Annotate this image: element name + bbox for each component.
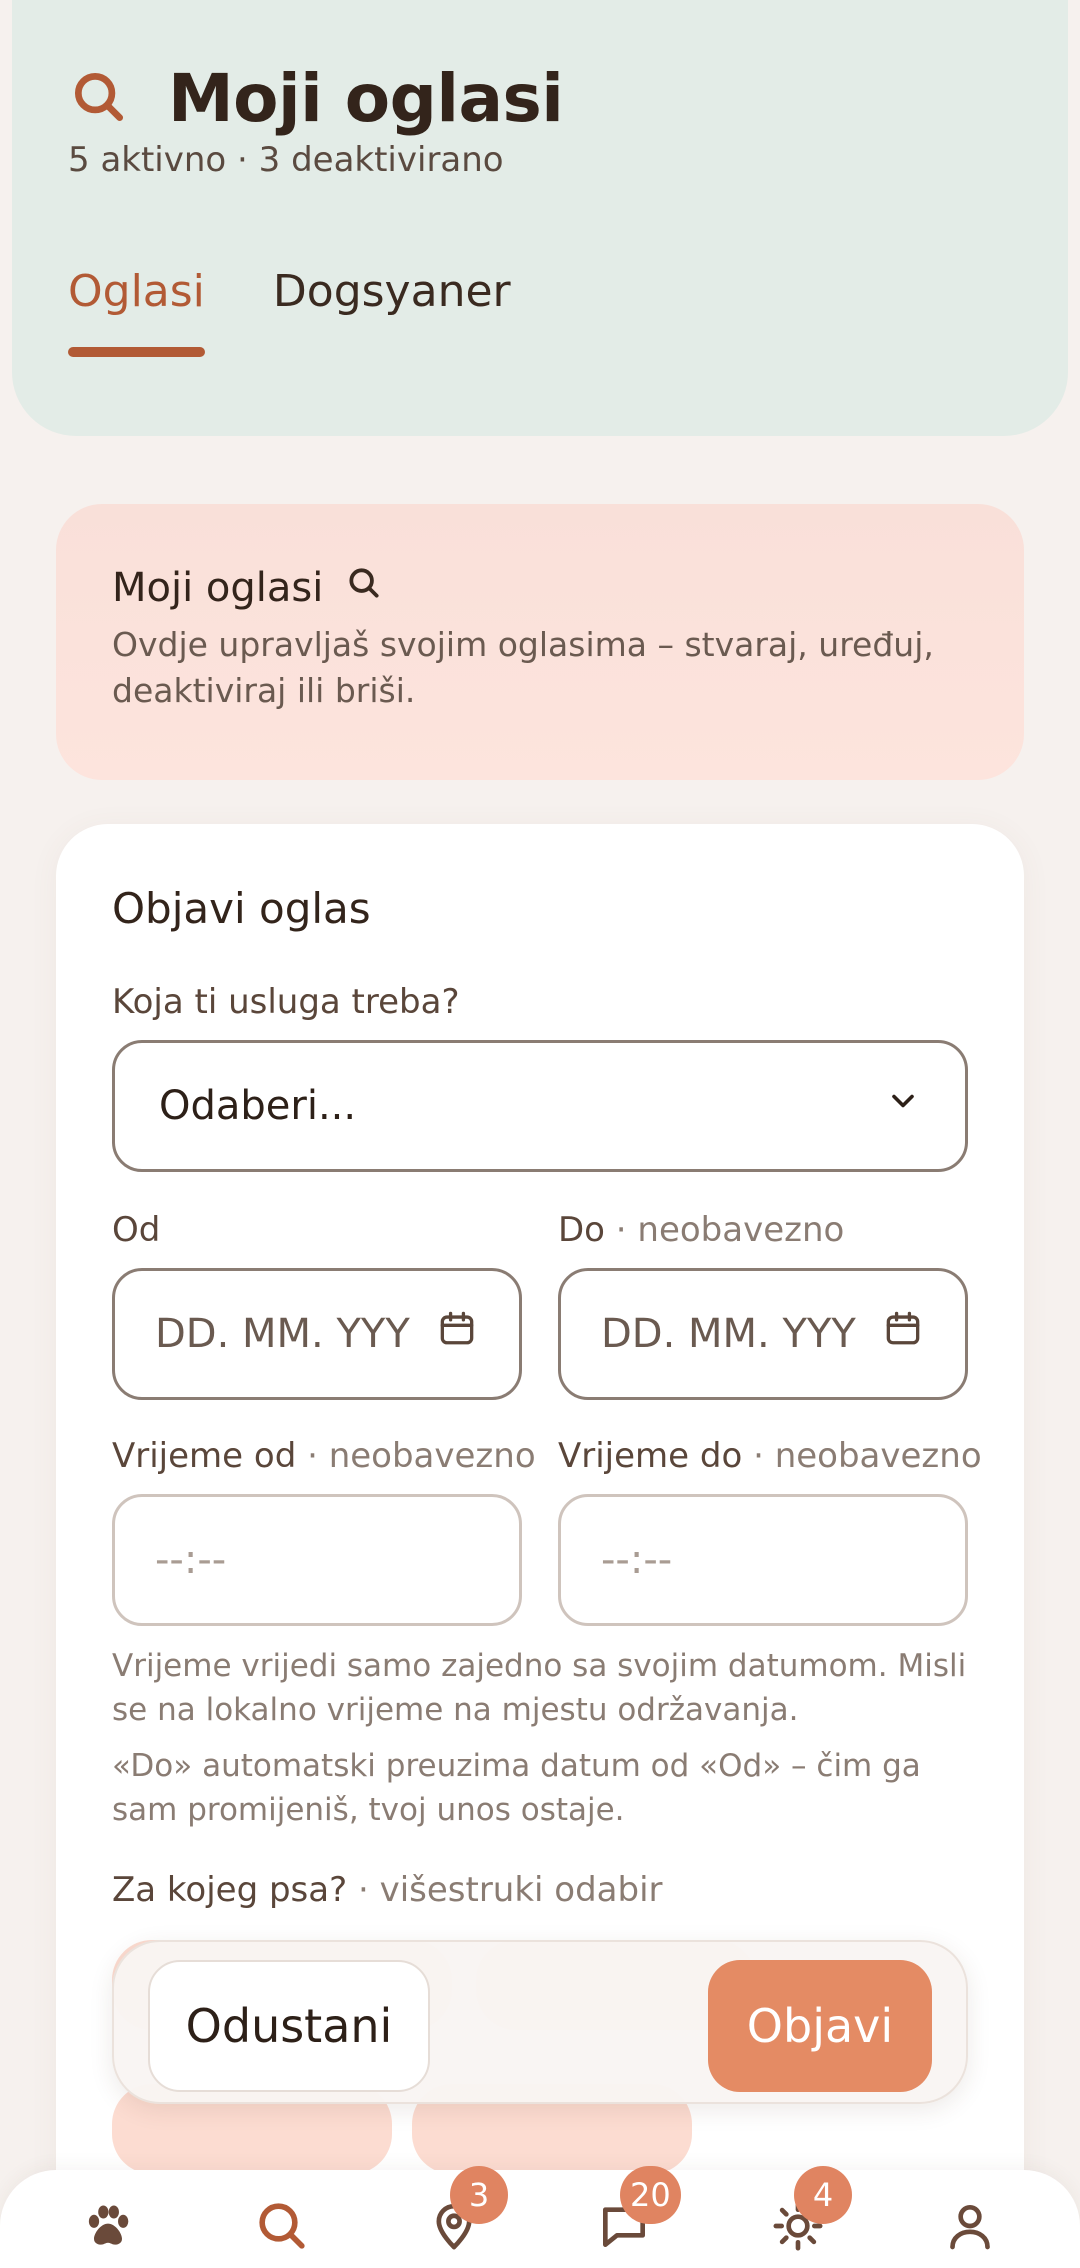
bottom-nav: 3 20 4 bbox=[0, 2166, 1080, 2268]
search-icon bbox=[254, 2198, 310, 2258]
optional-tag: · neobavezno bbox=[615, 1210, 845, 1250]
tab-bar: Oglasi Dogsyaner bbox=[68, 266, 511, 357]
to-date-field[interactable]: DD. MM. YYY bbox=[558, 1268, 968, 1400]
info-text: Ovdje upravljaš svojim oglasima – stvara… bbox=[112, 625, 934, 710]
header-title-row: Moji oglasi bbox=[68, 60, 564, 137]
nav-profile[interactable] bbox=[940, 2198, 1000, 2258]
dog-label-suffix: · višestruki odabir bbox=[357, 1870, 663, 1910]
from-date-field[interactable]: DD. MM. YYY bbox=[112, 1268, 522, 1400]
chat-badge: 20 bbox=[620, 2166, 681, 2224]
to-date-label-text: Do bbox=[558, 1210, 605, 1250]
date-hint: «Do» automatski preuzima datum od «Od» –… bbox=[112, 1748, 921, 1828]
paw-icon bbox=[80, 2198, 136, 2258]
time-from-placeholder: --:-- bbox=[155, 1537, 227, 1583]
search-icon[interactable] bbox=[68, 66, 130, 132]
page-title: Moji oglasi bbox=[168, 60, 564, 137]
user-icon bbox=[942, 2198, 998, 2258]
to-date-label: Do · neobavezno bbox=[558, 1210, 844, 1250]
from-date-label-text: Od bbox=[112, 1210, 161, 1250]
time-to-label-text: Vrijeme do bbox=[558, 1436, 743, 1476]
nav-sun[interactable]: 4 bbox=[768, 2166, 852, 2258]
cancel-button[interactable]: Odustani bbox=[148, 1960, 430, 2092]
dog-label: Za kojeg psa? · višestruki odabir bbox=[112, 1870, 663, 1910]
info-title: Moji oglasi bbox=[112, 565, 324, 611]
time-to-label: Vrijeme do · neobavezno bbox=[558, 1436, 982, 1476]
time-hint: Vrijeme vrijedi samo zajedno sa svojim d… bbox=[112, 1648, 967, 1728]
nav-chat[interactable]: 20 bbox=[594, 2166, 681, 2258]
from-date-label: Od bbox=[112, 1210, 160, 1250]
nav-search[interactable] bbox=[252, 2198, 312, 2258]
form-title: Objavi oglas bbox=[112, 884, 371, 933]
nav-map[interactable]: 3 bbox=[424, 2166, 508, 2258]
header: Moji oglasi 5 aktivno · 3 deaktivirano O… bbox=[12, 0, 1068, 436]
map-badge: 3 bbox=[450, 2166, 508, 2224]
service-select-value: Odaberi... bbox=[159, 1083, 357, 1129]
time-from-label-text: Vrijeme od bbox=[112, 1436, 297, 1476]
to-date-placeholder: DD. MM. YYY bbox=[601, 1311, 856, 1357]
dog-label-text: Za kojeg psa? bbox=[112, 1870, 348, 1910]
from-date-placeholder: DD. MM. YYY bbox=[155, 1311, 410, 1357]
info-title-row: Moji oglasi bbox=[112, 564, 968, 612]
action-bar: Odustani Objavi bbox=[112, 1940, 968, 2104]
ads-summary: 5 aktivno · 3 deaktivirano bbox=[68, 140, 504, 180]
info-card: Moji oglasi Ovdje upravljaš svojim oglas… bbox=[56, 504, 1024, 780]
chevron-down-icon bbox=[885, 1083, 921, 1129]
service-select[interactable]: Odaberi... bbox=[112, 1040, 968, 1172]
calendar-icon[interactable] bbox=[435, 1307, 479, 1361]
tab-dogsyaner[interactable]: Dogsyaner bbox=[273, 266, 511, 357]
optional-tag: · neobavezno bbox=[753, 1436, 982, 1476]
sun-badge: 4 bbox=[794, 2166, 852, 2224]
search-icon bbox=[345, 564, 383, 612]
tab-oglasi[interactable]: Oglasi bbox=[68, 266, 205, 357]
calendar-icon[interactable] bbox=[881, 1307, 925, 1361]
time-from-label: Vrijeme od · neobavezno bbox=[112, 1436, 536, 1476]
publish-button[interactable]: Objavi bbox=[708, 1960, 932, 2092]
time-to-field[interactable]: --:-- bbox=[558, 1494, 968, 1626]
service-label: Koja ti usluga treba? bbox=[112, 982, 460, 1022]
optional-tag: · neobavezno bbox=[307, 1436, 536, 1476]
time-from-field[interactable]: --:-- bbox=[112, 1494, 522, 1626]
time-to-placeholder: --:-- bbox=[601, 1537, 673, 1583]
nav-paw[interactable] bbox=[78, 2198, 138, 2258]
